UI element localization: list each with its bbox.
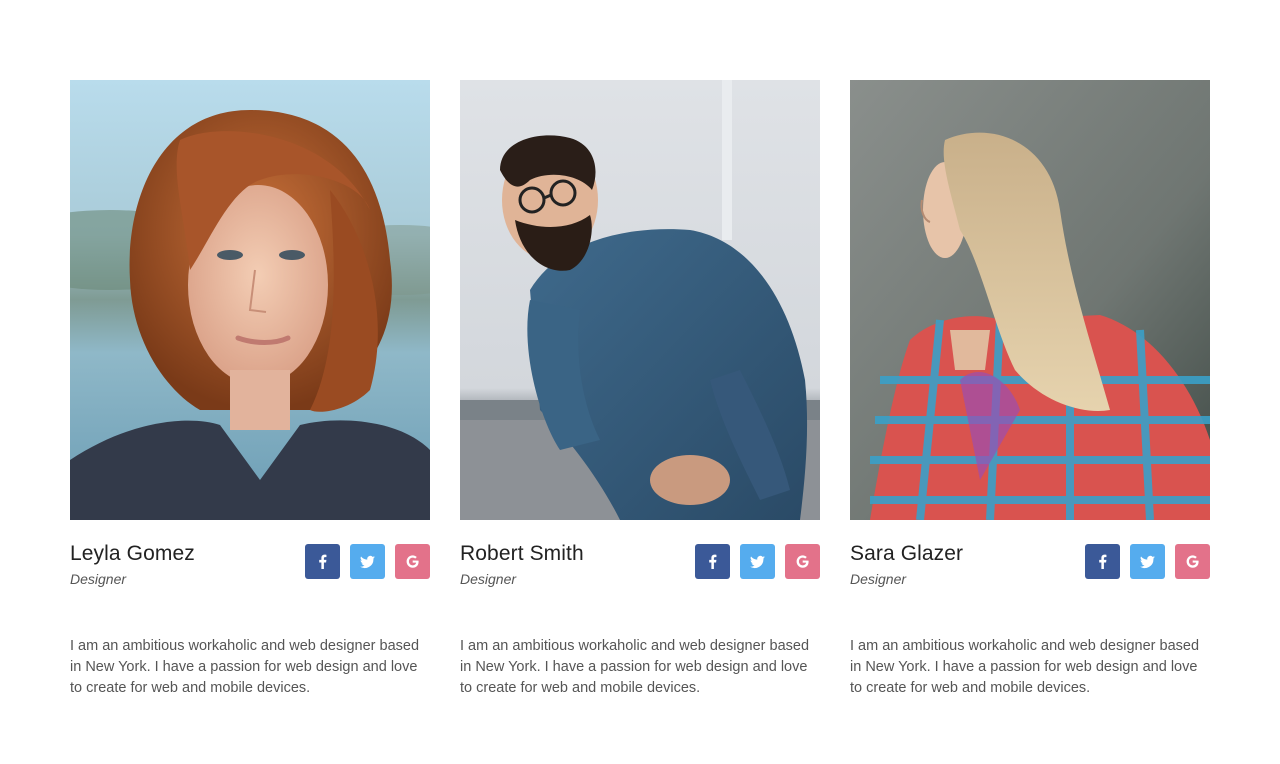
member-photo [460,80,820,520]
card-header: Sara Glazer Designer [850,542,1210,592]
member-bio: I am an ambitious workaholic and web des… [460,638,810,696]
twitter-icon [1140,555,1155,569]
twitter-button[interactable] [740,544,775,579]
facebook-icon [319,554,327,569]
team-member-card: Leyla Gomez Designer I am an ambitious w… [70,80,430,699]
member-bio: I am an ambitious workaholic and web des… [70,638,420,696]
social-links [1085,544,1210,579]
facebook-icon [709,554,717,569]
google-button[interactable] [785,544,820,579]
team-member-card: Sara Glazer Designer I am an ambitious w… [850,80,1210,699]
portrait-image [460,80,820,520]
member-photo [850,80,1210,520]
twitter-button[interactable] [1130,544,1165,579]
twitter-icon [750,555,765,569]
portrait-image [850,80,1210,520]
member-info: Sara Glazer Designer [850,542,963,588]
member-photo [70,80,430,520]
member-role: Designer [850,571,907,587]
portrait-image [70,80,430,520]
twitter-icon [360,555,375,569]
member-name: Robert Smith [460,542,584,565]
card-header: Leyla Gomez Designer [70,542,430,592]
facebook-button[interactable] [1085,544,1120,579]
member-info: Leyla Gomez Designer [70,542,195,588]
facebook-button[interactable] [305,544,340,579]
google-button[interactable] [395,544,430,579]
social-links [305,544,430,579]
team-section: Leyla Gomez Designer I am an ambitious w… [70,80,1210,699]
member-bio: I am an ambitious workaholic and web des… [850,638,1200,696]
team-member-card: Robert Smith Designer I am an ambitious … [460,80,820,699]
google-icon [796,555,809,568]
member-name: Leyla Gomez [70,542,195,565]
member-name: Sara Glazer [850,542,964,565]
member-role: Designer [70,571,127,587]
google-icon [406,555,419,568]
google-icon [1186,555,1199,568]
twitter-button[interactable] [350,544,385,579]
member-info: Robert Smith Designer [460,542,584,588]
social-links [695,544,820,579]
facebook-icon [1099,554,1107,569]
google-button[interactable] [1175,544,1210,579]
facebook-button[interactable] [695,544,730,579]
card-header: Robert Smith Designer [460,542,820,592]
member-role: Designer [460,571,517,587]
